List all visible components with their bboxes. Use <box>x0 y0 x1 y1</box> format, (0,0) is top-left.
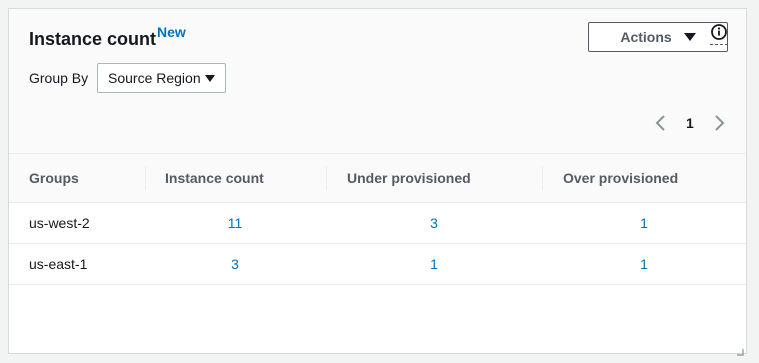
column-divider <box>542 166 543 190</box>
resize-handle-icon[interactable] <box>736 343 744 356</box>
next-page-icon[interactable] <box>712 113 726 133</box>
column-divider <box>326 166 327 190</box>
instance-count-widget: Instance count New Actions Group By Sour… <box>8 8 747 356</box>
caret-down-icon <box>683 33 696 41</box>
over-provisioned-link[interactable]: 1 <box>604 203 684 243</box>
info-icon[interactable] <box>710 23 728 45</box>
over-provisioned-link[interactable]: 1 <box>604 244 684 284</box>
new-badge: New <box>157 24 186 40</box>
column-header-under-provisioned[interactable]: Under provisioned <box>347 154 471 202</box>
under-provisioned-link[interactable]: 3 <box>394 203 474 243</box>
table-row: us-west-2 11 3 1 <box>9 203 746 244</box>
widget-title: Instance count <box>29 29 157 49</box>
column-divider <box>145 166 146 190</box>
actions-button[interactable]: Actions <box>588 22 728 52</box>
column-header-instance-count[interactable]: Instance count <box>165 154 264 202</box>
under-provisioned-link[interactable]: 1 <box>394 244 474 284</box>
info-link-underline <box>710 44 728 45</box>
widget-header: Instance count New Actions Group By Sour… <box>9 9 746 154</box>
page-number[interactable]: 1 <box>686 115 694 131</box>
table-row: us-east-1 3 1 1 <box>9 244 746 285</box>
actions-button-label: Actions <box>620 29 672 45</box>
column-header-groups[interactable]: Groups <box>29 154 79 202</box>
caret-down-icon <box>204 74 215 82</box>
previous-page-icon[interactable] <box>654 113 668 133</box>
group-cell: us-east-1 <box>29 256 88 272</box>
group-by-select[interactable]: Source Region <box>97 63 226 93</box>
instance-count-link[interactable]: 3 <box>195 244 275 284</box>
table-header-row: Groups Instance count Under provisioned … <box>9 154 746 203</box>
group-cell: us-west-2 <box>29 215 90 231</box>
column-header-over-provisioned[interactable]: Over provisioned <box>563 154 678 202</box>
groups-table: Groups Instance count Under provisioned … <box>9 154 746 285</box>
instance-count-link[interactable]: 11 <box>195 203 275 243</box>
group-by-select-value: Source Region <box>108 70 201 86</box>
pagination: 1 <box>654 113 726 133</box>
group-by-label: Group By <box>29 70 89 86</box>
